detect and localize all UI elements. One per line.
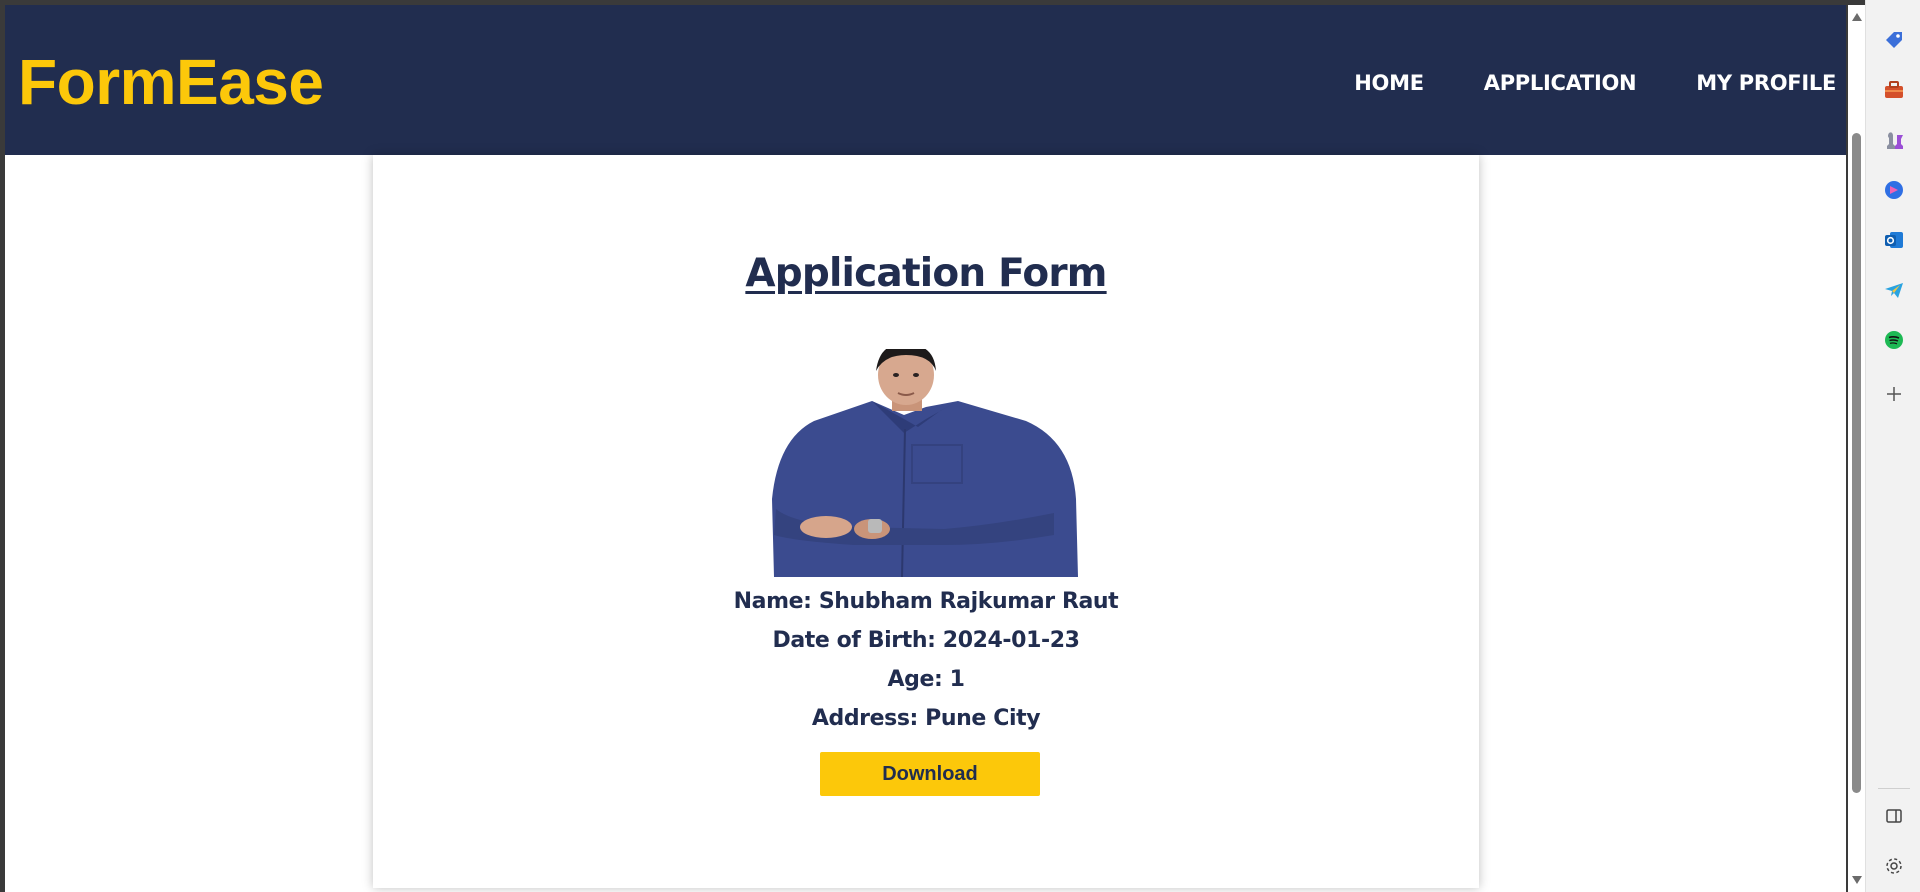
telegram-icon[interactable]: [1882, 278, 1906, 302]
scroll-up-icon[interactable]: [1852, 13, 1862, 21]
site-logo[interactable]: FormEase: [18, 45, 324, 119]
sidebar-divider: [1878, 788, 1910, 789]
chess-icon[interactable]: [1882, 128, 1906, 152]
page-scrollbar[interactable]: [1848, 5, 1865, 892]
navbar: FormEase HOME APPLICATION MY PROFILE: [5, 5, 1846, 155]
scroll-down-icon[interactable]: [1852, 876, 1862, 884]
nav-links: HOME APPLICATION MY PROFILE: [1354, 71, 1836, 95]
copilot-icon[interactable]: [1882, 178, 1906, 202]
outlook-icon[interactable]: [1882, 228, 1906, 252]
add-icon[interactable]: [1882, 382, 1906, 406]
age-text: Age: 1: [887, 667, 965, 692]
scroll-thumb[interactable]: [1852, 133, 1861, 793]
browser-sidebar: [1865, 0, 1920, 892]
split-view-icon[interactable]: [1882, 804, 1906, 828]
browser-viewport: FormEase HOME APPLICATION MY PROFILE App…: [5, 5, 1846, 892]
page-title: Application Form: [745, 251, 1107, 296]
spotify-icon[interactable]: [1882, 328, 1906, 352]
name-text: Name: Shubham Rajkumar Raut: [733, 589, 1119, 614]
nav-my-profile-link[interactable]: MY PROFILE: [1696, 71, 1836, 95]
dob-text: Date of Birth: 2024-01-23: [772, 628, 1080, 653]
applicant-photo: [772, 349, 1078, 577]
applicant-details: Name: Shubham Rajkumar Raut Date of Birt…: [373, 582, 1479, 738]
nav-application-link[interactable]: APPLICATION: [1484, 71, 1637, 95]
application-card: Application Form Name: Shubham Rajkumar …: [373, 155, 1479, 888]
download-button[interactable]: Download: [820, 752, 1040, 796]
toolbox-icon[interactable]: [1882, 78, 1906, 102]
tag-icon[interactable]: [1882, 28, 1906, 52]
settings-icon[interactable]: [1882, 854, 1906, 878]
address-text: Address: Pune City: [811, 706, 1041, 731]
nav-home-link[interactable]: HOME: [1354, 71, 1424, 95]
